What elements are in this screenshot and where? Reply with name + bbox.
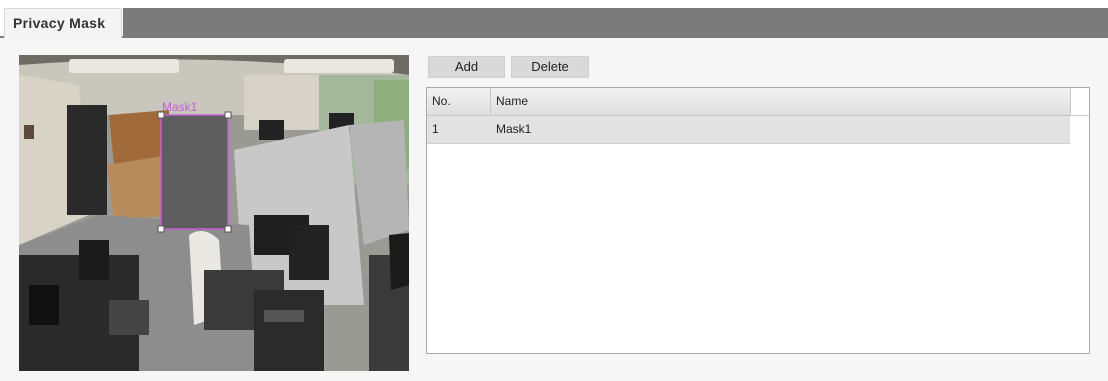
mask-resize-handle (224, 111, 232, 119)
delete-button[interactable]: Delete (511, 56, 589, 78)
table-row[interactable]: 1 Mask1 (427, 116, 1070, 144)
cell-no: 1 (432, 122, 439, 136)
add-button[interactable]: Add (428, 56, 505, 78)
column-header-name: Name (496, 94, 529, 108)
cell-name: Mask1 (496, 122, 532, 136)
privacy-mask-region (160, 114, 229, 230)
table-header: No. Name (427, 88, 1070, 116)
tab-bar: Privacy Mask (0, 0, 1108, 38)
mask-label: Mask1 (162, 100, 198, 114)
column-header-no: No. (427, 88, 491, 115)
video-preview[interactable]: Mask1 (19, 55, 409, 371)
camera-image: Mask1 (19, 55, 409, 371)
mask-resize-handle (224, 225, 232, 233)
tab-strip (123, 8, 1108, 36)
tab-privacy-mask[interactable]: Privacy Mask (4, 8, 122, 38)
table-header-filler (1070, 88, 1089, 116)
mask-table: No. Name 1 Mask1 (426, 87, 1090, 354)
mask-resize-handle (157, 225, 165, 233)
